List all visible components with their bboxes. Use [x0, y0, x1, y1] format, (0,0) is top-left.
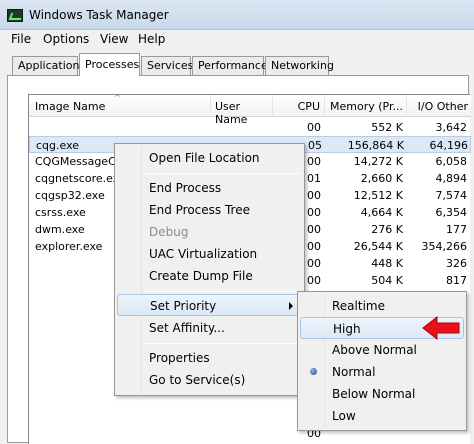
tab-processes[interactable]: Processes	[79, 53, 140, 76]
menu-separator	[145, 291, 300, 292]
column-io-other-label: I/O Other	[417, 100, 468, 113]
column-cpu-label: CPU	[297, 100, 320, 113]
priority-submenu: Realtime High Above Normal Normal Below …	[297, 291, 467, 431]
menu-item-label: Below Normal	[332, 387, 416, 401]
cell-io: 6,058	[435, 155, 468, 168]
cell-io: 7,574	[435, 189, 468, 202]
menu-item-end-process-tree[interactable]: End Process Tree	[117, 199, 302, 221]
menu-item-label: End Process	[149, 181, 222, 195]
cell-cpu: 00	[307, 121, 321, 134]
column-memory-label: Memory (Pr...	[330, 100, 403, 113]
menu-item-label: Debug	[149, 225, 189, 239]
title-bar: Windows Task Manager	[0, 0, 474, 30]
tab-services[interactable]: Services	[141, 56, 193, 75]
menu-item-label: UAC Virtualization	[149, 247, 258, 261]
menu-item-label: High	[333, 322, 361, 336]
menu-item-properties[interactable]: Properties	[117, 347, 302, 369]
cell-mem: 14,272 K	[353, 155, 403, 168]
cell-io: 177	[446, 223, 467, 236]
menu-view[interactable]: View	[100, 32, 128, 46]
column-image-name[interactable]: ^ Image Name	[29, 93, 211, 117]
priority-normal[interactable]: Normal	[300, 361, 464, 383]
cell-mem: 2,660 K	[360, 172, 403, 185]
cell-mem: 156,864 K	[347, 139, 404, 152]
menu-item-label: Set Priority	[150, 299, 217, 313]
tab-performance[interactable]: Performance	[192, 56, 268, 75]
cell-io: 326	[446, 257, 467, 270]
cell-mem: 12,512 K	[353, 189, 403, 202]
cell-mem: 552 K	[371, 121, 403, 134]
column-cpu[interactable]: CPU	[273, 95, 325, 117]
cell-mem: 26,544 K	[353, 240, 403, 253]
radio-selected-icon	[310, 368, 317, 375]
menu-options[interactable]: Options	[43, 32, 89, 46]
cell-mem: 448 K	[371, 257, 403, 270]
table-row[interactable]: 00 552 K 3,642	[29, 119, 471, 136]
cell-io: 64,196	[429, 139, 469, 152]
tab-strip: Applications Processes Services Performa…	[0, 53, 474, 76]
cell-mem: 276 K	[371, 223, 403, 236]
menu-item-create-dump-file[interactable]: Create Dump File	[117, 265, 302, 287]
menu-item-label: Go to Service(s)	[149, 373, 246, 387]
menu-item-label: Set Affinity...	[149, 321, 225, 335]
menu-item-open-file-location[interactable]: Open File Location	[117, 147, 302, 169]
column-header-row: ^ Image Name User Name CPU Memory (Pr...…	[29, 93, 471, 126]
menu-item-label: Open File Location	[149, 151, 260, 165]
tab-networking[interactable]: Networking	[265, 56, 334, 75]
menu-item-label: Create Dump File	[149, 269, 253, 283]
sort-ascending-icon: ^	[114, 93, 121, 102]
menu-item-uac-virtualization[interactable]: UAC Virtualization	[117, 243, 302, 265]
menu-item-label: Low	[332, 409, 356, 423]
priority-above-normal[interactable]: Above Normal	[300, 339, 464, 361]
menu-item-end-process[interactable]: End Process	[117, 177, 302, 199]
menu-item-debug: Debug	[117, 221, 302, 243]
cell-io: 817	[446, 274, 467, 287]
menu-file[interactable]: File	[11, 32, 31, 46]
process-context-menu: Open File Location End Process End Proce…	[114, 143, 305, 396]
column-io-other[interactable]: I/O Other	[407, 95, 471, 117]
menu-item-set-priority[interactable]: Set Priority	[117, 294, 302, 316]
cell-io: 4,894	[435, 172, 468, 185]
submenu-arrow-icon	[289, 302, 293, 310]
menu-item-label: End Process Tree	[149, 203, 250, 217]
menu-separator	[145, 173, 300, 174]
priority-realtime[interactable]: Realtime	[300, 295, 464, 317]
cell-io: 6,354	[435, 206, 468, 219]
menu-help[interactable]: Help	[138, 32, 165, 46]
cell-io: 354,266	[421, 240, 468, 253]
priority-below-normal[interactable]: Below Normal	[300, 383, 464, 405]
menu-item-label: Normal	[332, 365, 376, 379]
column-image-name-label: Image Name	[35, 100, 106, 113]
menu-item-label: Realtime	[332, 299, 385, 313]
column-user-name[interactable]: User Name	[211, 95, 273, 126]
menu-item-label: Properties	[149, 351, 210, 365]
menu-item-label: Above Normal	[332, 343, 417, 357]
red-arrow-icon	[422, 316, 460, 340]
menu-item-set-affinity[interactable]: Set Affinity...	[117, 317, 302, 339]
menu-bar: File Options View Help	[0, 30, 474, 48]
menu-item-go-to-services[interactable]: Go to Service(s)	[117, 369, 302, 391]
column-memory[interactable]: Memory (Pr...	[325, 95, 407, 117]
priority-low[interactable]: Low	[300, 405, 464, 427]
cell-mem: 504 K	[371, 274, 403, 287]
task-manager-icon	[7, 9, 23, 22]
window-title: Windows Task Manager	[29, 8, 169, 22]
cell-io: 3,642	[435, 121, 468, 134]
menu-separator	[145, 343, 300, 344]
tab-applications[interactable]: Applications	[12, 56, 85, 75]
cell-mem: 4,664 K	[360, 206, 403, 219]
